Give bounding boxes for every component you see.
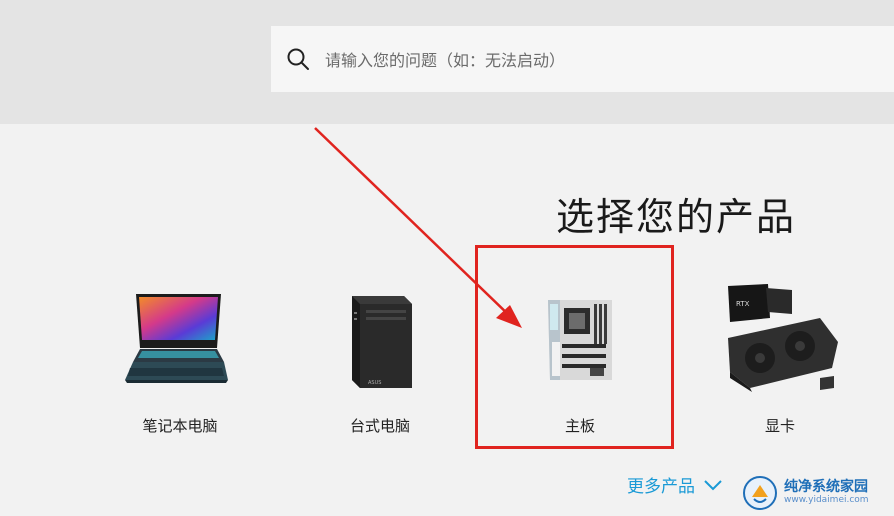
product-label: 主板: [564, 417, 595, 435]
product-label: 台式电脑: [349, 417, 410, 435]
search-box[interactable]: [271, 26, 894, 92]
watermark-url: www.yidaimei.com: [784, 494, 869, 505]
more-products-link[interactable]: 更多产品: [627, 472, 723, 497]
motherboard-icon: [548, 300, 612, 380]
desktop-tower-icon: ASUS: [352, 296, 412, 388]
product-card-laptop[interactable]: 笔记本电脑: [100, 280, 260, 450]
watermark-logo-icon: [743, 476, 777, 510]
product-card-graphics-card[interactable]: RTX 显卡: [700, 280, 860, 450]
svg-text:RTX: RTX: [736, 300, 750, 308]
product-label: 笔记本电脑: [142, 417, 218, 435]
watermark-title: 纯净系统家园: [784, 479, 868, 496]
watermark: 纯净系统家园 www.yidaimei.com: [742, 472, 892, 514]
product-card-desktop[interactable]: ASUS 台式电脑: [300, 280, 460, 450]
more-products-label: 更多产品: [627, 477, 695, 497]
svg-text:ASUS: ASUS: [368, 380, 381, 386]
graphics-card-icon: RTX: [728, 284, 838, 392]
search-input[interactable]: [323, 46, 867, 74]
page-title: 选择您的产品: [556, 195, 797, 239]
laptop-icon: [125, 294, 228, 383]
product-label: 显卡: [764, 417, 795, 435]
product-card-motherboard[interactable]: 主板: [500, 280, 660, 450]
chevron-down-icon: [704, 479, 722, 490]
search-icon: [287, 48, 309, 70]
